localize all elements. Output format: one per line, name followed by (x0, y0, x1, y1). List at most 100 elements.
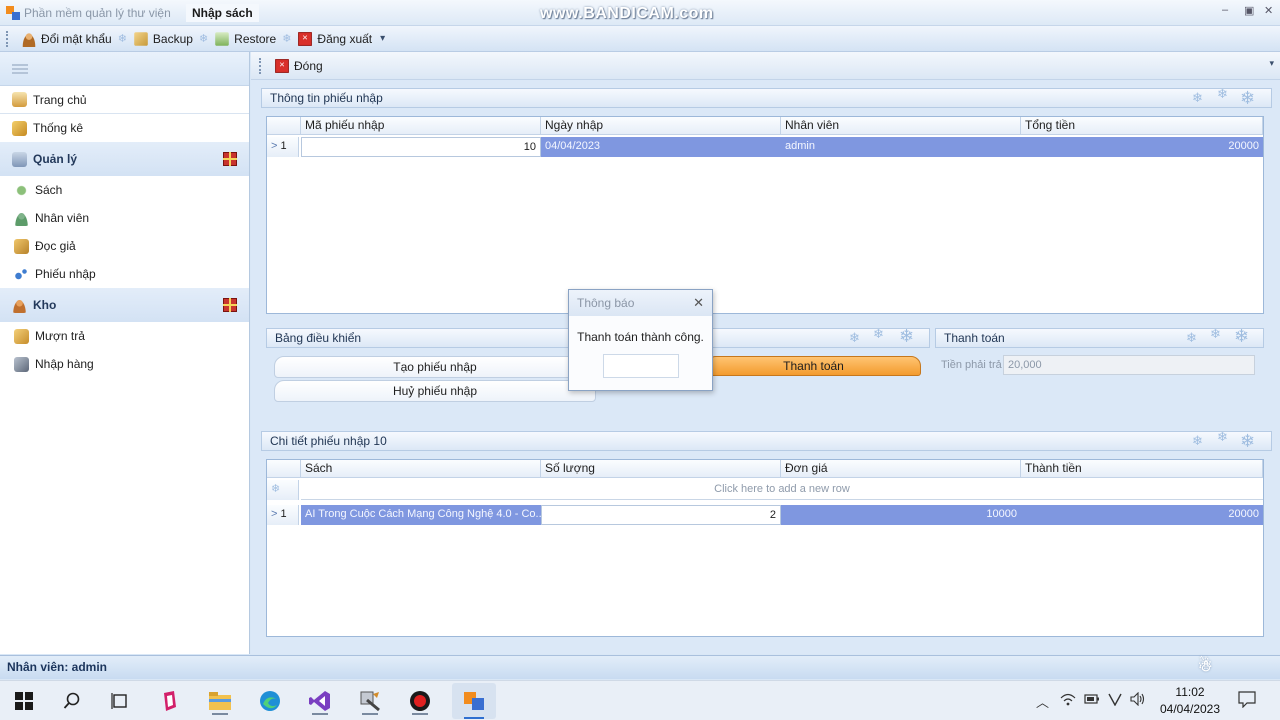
library-app-taskbar-icon[interactable] (452, 683, 496, 719)
sidebar-item-borrow[interactable]: Mượn trả (0, 322, 249, 350)
toolbar-grip[interactable] (6, 30, 9, 47)
cell-receipt-id[interactable]: 10 (301, 137, 541, 157)
record-icon[interactable] (406, 687, 434, 715)
backup-button[interactable]: Backup (127, 28, 199, 50)
sidebar-group-label: Quản lý (33, 152, 78, 166)
snowflake-icon: ❄ (899, 328, 915, 346)
sidebar-item-home[interactable]: Trang chủ (0, 86, 249, 114)
app-logo-icon (6, 6, 20, 20)
toolbar-grip[interactable] (259, 57, 262, 74)
change-password-button[interactable]: Đổi mật khẩu (15, 28, 118, 50)
snowflake-icon: ❄ (1186, 330, 1197, 345)
task-view-icon[interactable] (106, 687, 134, 715)
sidebar-item-label: Sách (35, 183, 63, 197)
tab-app[interactable]: Phần mềm quản lý thư viện (6, 4, 171, 22)
receipt-grid: Mã phiếu nhập Ngày nhập Nhân viên Tổng t… (266, 116, 1264, 314)
column-header[interactable]: Mã phiếu nhập (301, 117, 541, 135)
restore-button[interactable]: ▣ (1244, 4, 1254, 17)
dialog-ok-button[interactable] (603, 354, 679, 378)
gift-icon[interactable] (223, 298, 237, 312)
search-icon[interactable] (58, 687, 86, 715)
battery-icon[interactable] (1084, 692, 1100, 709)
dialog-close-icon[interactable]: ✕ (693, 290, 704, 316)
row-indicator[interactable]: > 1 (267, 137, 299, 157)
clock[interactable]: 11:02 04/04/2023 (1150, 684, 1230, 718)
close-form-label: Đóng (294, 58, 323, 73)
close-form-button[interactable]: × Đóng (268, 55, 329, 77)
network-icon[interactable] (1060, 692, 1076, 709)
sidebar-item-books[interactable]: Sách (0, 176, 249, 204)
column-header[interactable]: Ngày nhập (541, 117, 781, 135)
running-indicator (412, 713, 428, 715)
logout-button[interactable]: × Đăng xuất (291, 28, 378, 50)
column-header[interactable]: Tổng tiền (1021, 117, 1263, 135)
control-panel-title: Bảng điều khiển (275, 331, 362, 345)
home-icon (12, 92, 27, 107)
snowflake-icon: ❄ (873, 328, 884, 341)
sidebar-item-import[interactable]: Nhập hàng (0, 350, 249, 378)
manage-icon (12, 151, 27, 167)
column-header[interactable]: Đơn giá (781, 460, 1021, 478)
sidebar-item-label: Đọc giả (35, 239, 76, 253)
hamburger-icon[interactable] (12, 63, 28, 74)
cell-employee[interactable]: admin (781, 137, 1021, 157)
row-number: 1 (280, 140, 287, 152)
chevron-down-icon[interactable]: ▾ (1269, 58, 1274, 69)
sidebar-item-label: Nhân viên (35, 211, 90, 225)
snowman-icon: ☃ (1198, 658, 1213, 675)
column-header[interactable]: Thành tiền (1021, 460, 1263, 478)
sidebar-item-receipts[interactable]: Phiếu nhập (0, 260, 249, 288)
cell-quantity[interactable]: 2 (541, 505, 781, 525)
sidebar-item-label: Trang chủ (33, 92, 87, 107)
import-icon (14, 356, 29, 372)
start-windows-icon[interactable] (10, 687, 38, 715)
cell-unit-price[interactable]: 10000 (781, 505, 1021, 525)
cell-total[interactable]: 20000 (1021, 137, 1263, 157)
row-header-corner (267, 117, 301, 135)
snowflake-icon: ❄ (1210, 328, 1221, 341)
minimize-button[interactable]: – (1222, 4, 1228, 16)
gift-icon[interactable] (223, 152, 237, 166)
language-icon[interactable] (1108, 692, 1122, 709)
sidebar-item-stats[interactable]: Thống kê (0, 114, 249, 142)
sidebar-group-store[interactable]: Kho (0, 288, 249, 322)
sidebar-item-employees[interactable]: Nhân viên (0, 204, 249, 232)
visual-studio-icon[interactable] (306, 687, 334, 715)
cell-date[interactable]: 04/04/2023 (541, 137, 781, 157)
notification-icon[interactable] (1238, 690, 1256, 711)
column-header[interactable]: Sách (301, 460, 541, 478)
tools-icon[interactable] (356, 687, 384, 715)
running-indicator (212, 713, 228, 715)
backup-label: Backup (152, 31, 193, 46)
chevron-up-icon[interactable]: ︿ (1036, 692, 1049, 711)
cell-amount[interactable]: 20000 (1021, 505, 1263, 525)
file-explorer-icon[interactable] (206, 687, 234, 715)
sidebar-item-label: Thống kê (33, 121, 84, 135)
cell-book[interactable]: AI Trong Cuộc Cách Mạng Công Nghệ 4.0 - … (301, 505, 541, 525)
column-header[interactable]: Số lượng (541, 460, 781, 478)
create-receipt-button[interactable]: Tạo phiếu nhập (274, 356, 596, 378)
edge-icon[interactable] (256, 687, 284, 715)
row-indicator[interactable]: > 1 (267, 505, 299, 525)
restore-button[interactable]: Restore (208, 28, 282, 50)
new-row-hint[interactable]: Click here to add a new row (301, 480, 1263, 500)
volume-icon[interactable] (1130, 691, 1146, 709)
clock-time: 11:02 (1175, 685, 1205, 699)
pay-button[interactable]: Thanh toán (706, 356, 921, 376)
receipt-icon (14, 266, 29, 282)
cancel-receipt-button[interactable]: Huỷ phiếu nhập (274, 380, 596, 402)
separator-icon: ❄ (282, 33, 292, 45)
close-button[interactable]: ✕ (1264, 4, 1273, 17)
snowflake-icon: ❄ (1192, 433, 1203, 448)
separator-icon: ❄ (198, 33, 209, 45)
amount-due-field[interactable]: 20,000 (1003, 355, 1255, 375)
app-pink-icon[interactable] (156, 687, 184, 715)
tab-nhap-sach[interactable]: Nhập sách (186, 4, 259, 22)
column-header[interactable]: Nhân viên (781, 117, 1021, 135)
stats-icon (12, 120, 27, 136)
overflow-chevron-icon[interactable]: ▾ (380, 33, 385, 44)
sidebar-item-readers[interactable]: Đọc giả (0, 232, 249, 260)
separator-icon: ❄ (117, 33, 127, 45)
sidebar-group-manage[interactable]: Quản lý (0, 142, 249, 176)
dialog-title: Thông báo (577, 296, 635, 310)
